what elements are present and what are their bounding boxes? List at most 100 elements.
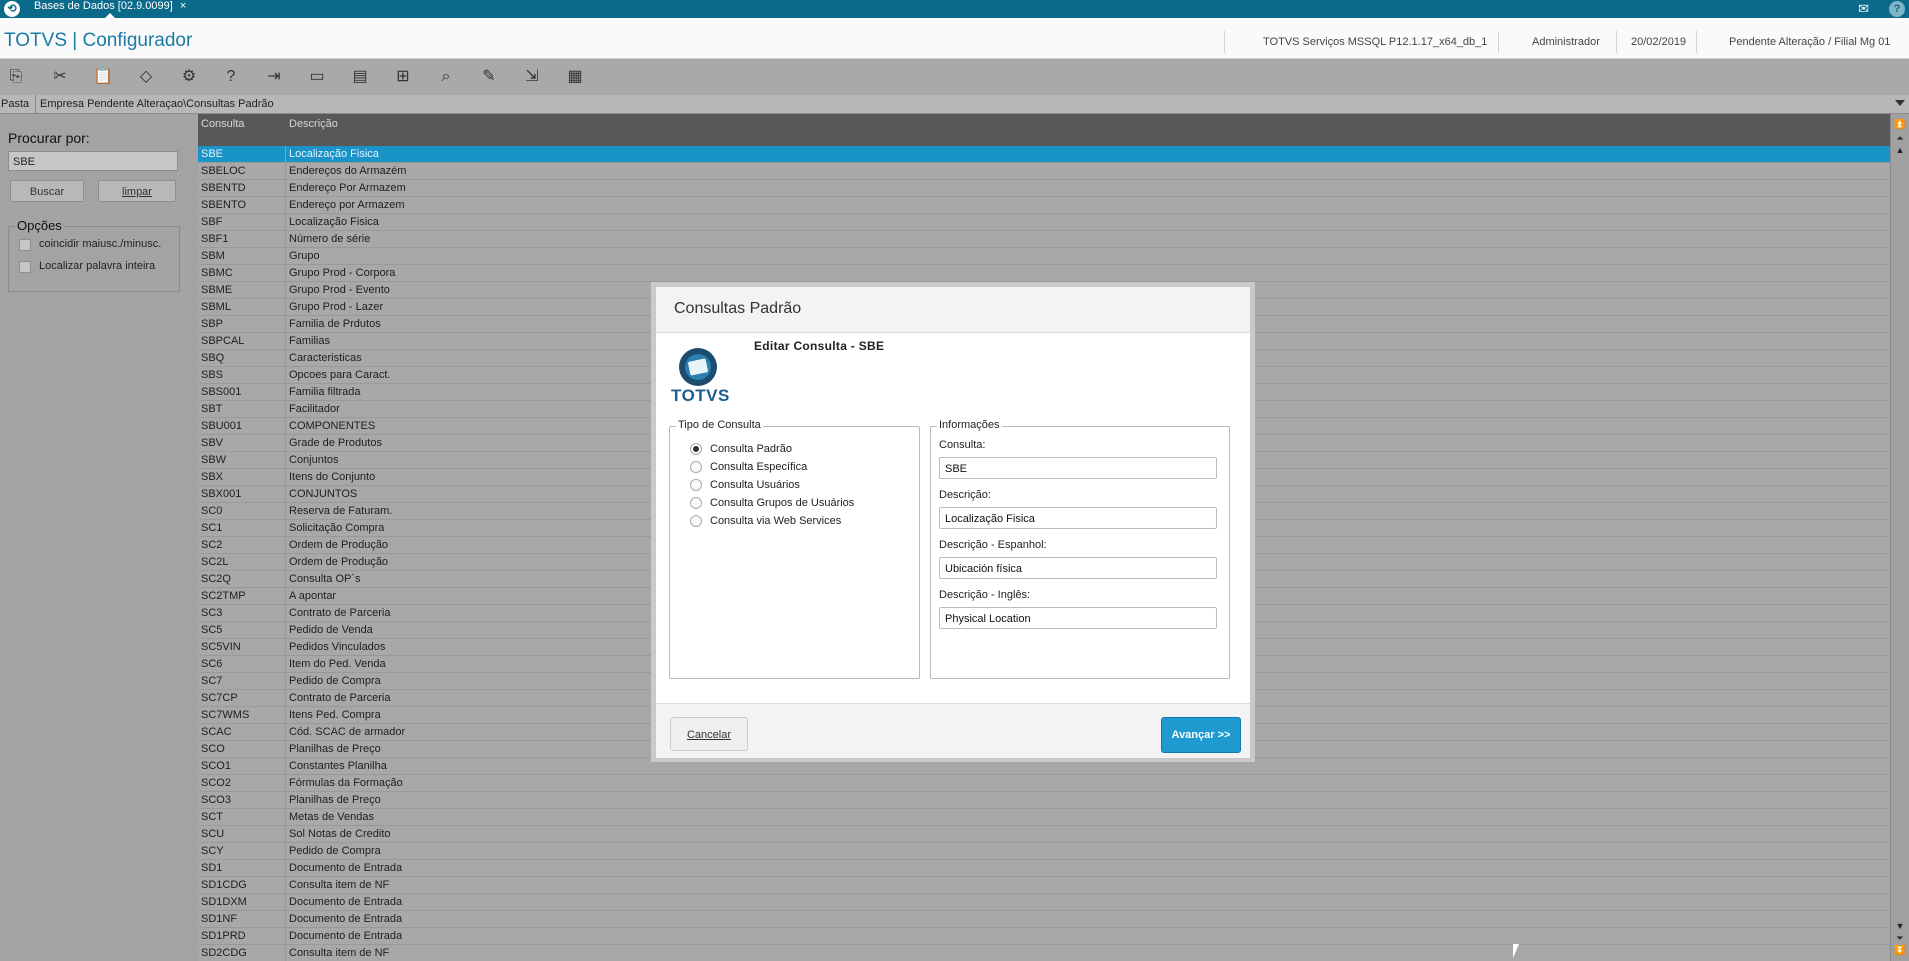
table-row[interactable]: SD1CDG Consulta item de NF xyxy=(198,877,1890,894)
next-button[interactable]: Avançar >> xyxy=(1161,717,1241,753)
table-row[interactable]: SBENTD Endereço Por Armazem xyxy=(198,180,1890,197)
cell-descricao: Grupo Prod - Corpora xyxy=(289,267,396,279)
scroll-top-icon[interactable]: ⏫ xyxy=(1894,118,1906,130)
cell-consulta: SCO xyxy=(201,743,225,755)
cell-consulta: SC7WMS xyxy=(201,709,250,721)
mail-icon[interactable]: ✉ xyxy=(1858,1,1869,17)
export-icon[interactable]: ⇲ xyxy=(520,65,544,89)
descricao-field[interactable]: Localização Fisica xyxy=(939,507,1217,529)
table-row[interactable]: SBE Localização Fisica xyxy=(198,146,1890,163)
help-icon[interactable]: ? xyxy=(219,65,243,89)
search-button[interactable]: Buscar xyxy=(10,180,84,202)
column-divider xyxy=(285,197,286,214)
table-row[interactable]: SBENTO Endereço por Armazem xyxy=(198,197,1890,214)
table-row[interactable]: SD1NF Documento de Entrada xyxy=(198,911,1890,928)
title-bar: ⟲ Bases de Dados [02.9.0099] × ✉ ? xyxy=(0,0,1909,19)
folder-label[interactable]: Pasta xyxy=(0,95,37,113)
column-divider xyxy=(285,231,286,248)
eraser-icon[interactable]: ◇ xyxy=(134,65,158,89)
help-icon[interactable]: ? xyxy=(1889,1,1905,17)
cell-descricao: Grupo xyxy=(289,250,320,262)
cell-consulta: SBENTD xyxy=(201,182,246,194)
scroll-down-icon[interactable]: ▼ xyxy=(1894,920,1906,932)
column-divider xyxy=(285,826,286,843)
search-label: Procurar por: xyxy=(8,130,90,146)
cell-consulta: SCO2 xyxy=(201,777,231,789)
whole-word-checkbox[interactable] xyxy=(19,261,31,273)
chevron-down-icon[interactable] xyxy=(1895,100,1905,106)
column-divider xyxy=(285,503,286,520)
search-input[interactable]: SBE xyxy=(8,151,178,171)
cut-icon[interactable]: ✂ xyxy=(48,65,72,89)
totvs-logo: TOTVS xyxy=(671,347,731,410)
preview-icon[interactable]: ⌕ xyxy=(434,65,458,89)
cell-consulta: SBX xyxy=(201,471,224,483)
clear-button[interactable]: limpar xyxy=(98,180,176,202)
radio-consulta-padrao[interactable] xyxy=(690,443,702,455)
cell-consulta: SCY xyxy=(201,845,224,857)
radio-consulta-usuarios[interactable] xyxy=(690,479,702,491)
cell-descricao: Consulta item de NF xyxy=(289,947,390,959)
table-icon[interactable]: ▤ xyxy=(348,65,372,89)
paste-icon[interactable]: 📋 xyxy=(91,65,115,89)
table-row[interactable]: SBMC Grupo Prod - Corpora xyxy=(198,265,1890,282)
scroll-page-up-icon[interactable]: ⏶ xyxy=(1894,132,1906,144)
cell-consulta: SC1 xyxy=(201,522,223,534)
table-row[interactable]: SBELOC Endereços do Armazém xyxy=(198,163,1890,180)
search-panel: Procurar por: SBE Buscar limpar Opções c… xyxy=(0,114,198,961)
column-divider xyxy=(285,656,286,673)
cell-descricao: Solicitação Compra xyxy=(289,522,385,534)
table-row[interactable]: SCO3 Planilhas de Preço xyxy=(198,792,1890,809)
cell-consulta: SD1DXM xyxy=(201,896,247,908)
folder-icon[interactable]: ▭ xyxy=(305,65,329,89)
consulta-label: Consulta: xyxy=(939,439,986,451)
column-divider xyxy=(285,843,286,860)
settings-icon[interactable]: ⚙ xyxy=(177,65,201,89)
copy-icon[interactable]: ⎘ xyxy=(4,65,28,89)
column-divider xyxy=(285,520,286,537)
cell-consulta: SC2TMP xyxy=(201,590,246,602)
add-file-icon[interactable]: ⊞ xyxy=(391,65,415,89)
cell-descricao: Pedido de Compra xyxy=(289,675,381,687)
descricao-ingles-field[interactable]: Physical Location xyxy=(939,607,1217,629)
table-row[interactable]: SCU Sol Notas de Credito xyxy=(198,826,1890,843)
column-header-descricao[interactable]: Descrição xyxy=(289,118,338,130)
radio-consulta-web-services[interactable] xyxy=(690,515,702,527)
match-case-checkbox[interactable] xyxy=(19,239,31,251)
cell-descricao: Documento de Entrada xyxy=(289,913,403,925)
cell-descricao: Reserva de Faturam. xyxy=(289,505,393,517)
scroll-bottom-icon[interactable]: ⏬ xyxy=(1894,944,1906,956)
vertical-scrollbar[interactable]: ⏫ ⏶ ▲ ▼ ⏷ ⏬ xyxy=(1890,114,1909,961)
descricao-ingles-label: Descrição - Inglês: xyxy=(939,589,1031,601)
exit-icon[interactable]: ⇥ xyxy=(262,65,286,89)
descricao-espanhol-field[interactable]: Ubicación física xyxy=(939,557,1217,579)
table-row[interactable]: SD2CDG Consulta item de NF xyxy=(198,945,1890,961)
consulta-type-group: Tipo de Consulta Consulta Padrão Consult… xyxy=(669,419,920,679)
cell-consulta: SBM xyxy=(201,250,225,262)
cell-consulta: SD1 xyxy=(201,862,223,874)
consulta-field[interactable]: SBE xyxy=(939,457,1217,479)
calendar-icon[interactable]: ▦ xyxy=(563,65,587,89)
scroll-up-icon[interactable]: ▲ xyxy=(1894,144,1906,156)
table-row[interactable]: SBM Grupo xyxy=(198,248,1890,265)
radio-consulta-grupos-usuarios[interactable] xyxy=(690,497,702,509)
table-row[interactable]: SBF Localização Fisica xyxy=(198,214,1890,231)
table-row[interactable]: SD1PRD Documento de Entrada xyxy=(198,928,1890,945)
table-row[interactable]: SBF1 Número de série xyxy=(198,231,1890,248)
table-row[interactable]: SCO2 Fórmulas da Formação xyxy=(198,775,1890,792)
scroll-page-down-icon[interactable]: ⏷ xyxy=(1894,932,1906,944)
cancel-button[interactable]: Cancelar xyxy=(670,717,748,751)
cell-descricao: CONJUNTOS xyxy=(289,488,358,500)
edit-icon[interactable]: ✎ xyxy=(477,65,501,89)
column-divider xyxy=(285,486,286,503)
column-header-consulta[interactable]: Consulta xyxy=(201,118,244,130)
table-row[interactable]: SD1 Documento de Entrada xyxy=(198,860,1890,877)
tab-close-icon[interactable]: × xyxy=(180,0,186,12)
logo-text: TOTVS xyxy=(671,386,730,405)
breadcrumb: Empresa Pendente Alteraçao\Consultas Pad… xyxy=(40,98,274,110)
table-row[interactable]: SD1DXM Documento de Entrada xyxy=(198,894,1890,911)
radio-consulta-especifica[interactable] xyxy=(690,461,702,473)
table-row[interactable]: SCY Pedido de Compra xyxy=(198,843,1890,860)
table-row[interactable]: SCT Metas de Vendas xyxy=(198,809,1890,826)
cell-consulta: SBML xyxy=(201,301,231,313)
